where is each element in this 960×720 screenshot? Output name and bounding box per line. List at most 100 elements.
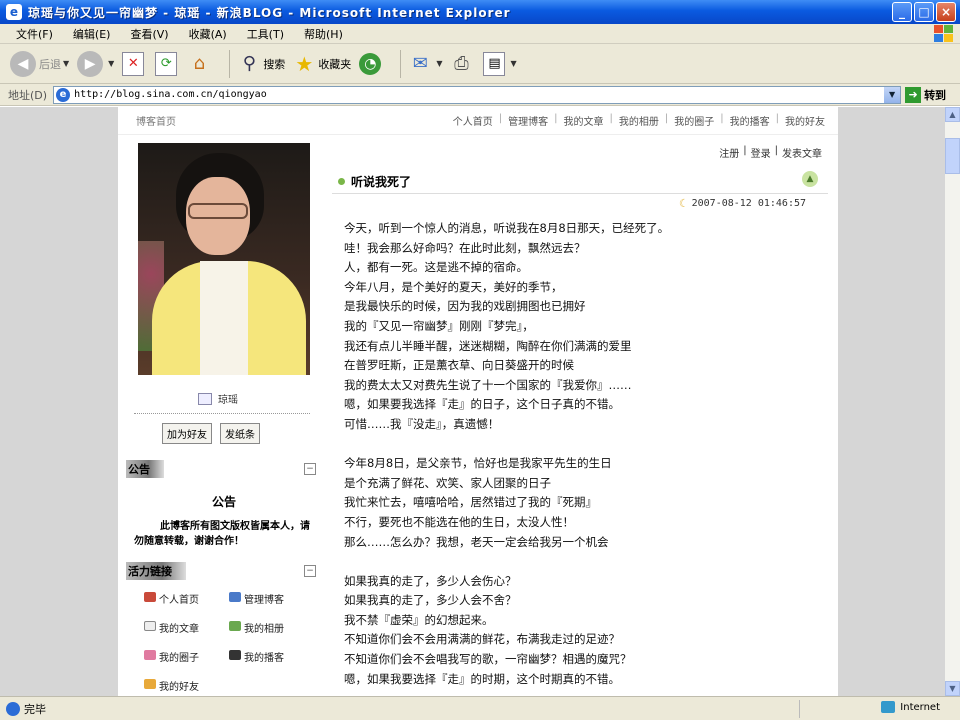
search-label: 搜索 bbox=[263, 57, 286, 71]
scroll-up-icon[interactable]: ▲ bbox=[945, 107, 960, 122]
back-dropdown-icon[interactable]: ▼ bbox=[63, 59, 69, 68]
quick-links: 个人首页 管理博客 我的文章 我的相册 我的圈子 我的播客 我的好友 bbox=[144, 591, 314, 696]
scroll-down-icon[interactable]: ▼ bbox=[945, 681, 960, 696]
favorites-label: 收藏夹 bbox=[318, 57, 352, 71]
register-link[interactable]: 注册 bbox=[719, 145, 739, 160]
back-label: 后退 bbox=[39, 57, 61, 71]
printer-icon: ⎙ bbox=[454, 53, 469, 74]
link-my-album[interactable]: 我的相册 bbox=[229, 620, 314, 649]
print-button[interactable]: ⎙ bbox=[450, 52, 475, 76]
toolbar: ◀ 后退 ▼ ▶ ▼ ✕ ⟳ ⌂ ⚲ 搜索 ★ 收藏夹 ◔ ✉ ▼ ⎙ ▤ ▼ bbox=[0, 44, 960, 84]
edit-dropdown-icon[interactable]: ▼ bbox=[510, 59, 516, 68]
close-button[interactable]: × bbox=[936, 2, 956, 22]
post-line: 如果我真的走了，多少人会不舍？ bbox=[344, 593, 517, 608]
profile-buttons: 加为好友 发纸条 bbox=[162, 423, 260, 444]
address-input[interactable]: e http://blog.sina.com.cn/qiongyao ▼ bbox=[53, 85, 902, 104]
post-line: 是个充满了鲜花、欢笑、家人团聚的日子 bbox=[344, 475, 551, 490]
forward-button[interactable]: ▶ ▼ bbox=[77, 50, 114, 77]
link-my-friends[interactable]: 我的好友 bbox=[144, 678, 229, 696]
scroll-thumb[interactable] bbox=[945, 138, 960, 174]
page-status-icon bbox=[6, 701, 20, 716]
link-manage-blog[interactable]: 管理博客 bbox=[229, 591, 314, 620]
go-label: 转到 bbox=[924, 88, 947, 102]
post-article-link[interactable]: 发表文章 bbox=[782, 145, 822, 160]
window-titlebar[interactable]: e 琼瑶与你又见一帘幽梦 - 琼瑶 - 新浪BLOG - Microsoft I… bbox=[0, 0, 960, 24]
post-line: 人，都有一死。这是逃不掉的宿命。 bbox=[344, 260, 528, 275]
back-button[interactable]: ◀ 后退 ▼ bbox=[10, 50, 69, 77]
post-line: 嗯，如果我要选择『走』的时期，这个时期真的不错。 bbox=[344, 671, 620, 686]
nav-my-articles[interactable]: 我的文章 bbox=[561, 113, 607, 128]
home-button[interactable]: ⌂ bbox=[188, 52, 213, 76]
blog-top-nav: 博客首页 个人首页 | 管理博客 | 我的文章 | 我的相册 | 我的圈子 | 我的播客 |… bbox=[118, 107, 838, 135]
links-section-header: 活力链接 − bbox=[126, 562, 316, 580]
post-title[interactable]: 听说我死了 bbox=[351, 173, 411, 190]
menu-edit[interactable]: 编辑(E) bbox=[63, 26, 121, 42]
nav-my-circle[interactable]: 我的圈子 bbox=[671, 113, 717, 128]
history-button[interactable]: ◔ bbox=[359, 52, 384, 75]
post-line: 如果我真的走了，多少人会伤心？ bbox=[344, 573, 517, 588]
menu-bar: 文件(F) 编辑(E) 查看(V) 收藏(A) 工具(T) 帮助(H) bbox=[0, 24, 960, 44]
page-viewport: 博客首页 个人首页 | 管理博客 | 我的文章 | 我的相册 | 我的圈子 | 我的播客 |… bbox=[0, 107, 945, 696]
nav-my-friends[interactable]: 我的好友 bbox=[782, 113, 828, 128]
collapse-icon[interactable]: − bbox=[304, 463, 316, 475]
edit-button[interactable]: ▤ ▼ bbox=[483, 51, 517, 76]
nav-personal-home[interactable]: 个人首页 bbox=[450, 113, 496, 128]
stop-icon: ✕ bbox=[122, 51, 145, 76]
toolbar-separator-2 bbox=[400, 49, 402, 78]
mail-dropdown-icon[interactable]: ▼ bbox=[436, 59, 442, 68]
login-link[interactable]: 登录 bbox=[751, 145, 771, 160]
send-note-button[interactable]: 发纸条 bbox=[220, 423, 260, 444]
film-icon bbox=[229, 650, 241, 660]
post-line: 我的费太太又对费先生说了十一个国家的『我爱你』…… bbox=[344, 377, 632, 392]
moon-icon: ☾ bbox=[678, 197, 686, 210]
post-line: 可惜……我『没走』，真遗憾！ bbox=[344, 416, 500, 431]
menu-favorites[interactable]: 收藏(A) bbox=[179, 26, 237, 42]
collapse-icon[interactable]: − bbox=[304, 565, 316, 577]
nav-manage-blog[interactable]: 管理博客 bbox=[505, 113, 551, 128]
people-icon bbox=[144, 650, 156, 660]
search-button[interactable]: ⚲ 搜索 bbox=[238, 52, 286, 76]
favorites-button[interactable]: ★ 收藏夹 bbox=[293, 52, 351, 76]
menu-tools[interactable]: 工具(T) bbox=[237, 26, 294, 42]
status-bar: 完毕 Internet bbox=[0, 696, 960, 720]
link-personal-home[interactable]: 个人首页 bbox=[144, 591, 229, 620]
link-my-circle[interactable]: 我的圈子 bbox=[144, 649, 229, 678]
stop-button[interactable]: ✕ bbox=[122, 51, 147, 76]
star-icon: ★ bbox=[295, 51, 314, 76]
post-line: 不知道你们会不会唱我写的歌，一帘幽梦？相遇的魔咒？ bbox=[344, 652, 632, 667]
minimize-button[interactable]: _ bbox=[892, 2, 912, 22]
scroll-top-icon[interactable]: ▲ bbox=[802, 171, 818, 187]
blog-home-link[interactable]: 博客首页 bbox=[136, 113, 176, 128]
nav-my-album[interactable]: 我的相册 bbox=[616, 113, 662, 128]
mail-button[interactable]: ✉ ▼ bbox=[409, 52, 443, 76]
vertical-scrollbar[interactable]: ▲ ▼ bbox=[945, 107, 960, 696]
page-icon: e bbox=[56, 87, 71, 102]
address-url[interactable]: http://blog.sina.com.cn/qiongyao bbox=[74, 89, 267, 100]
maximize-button[interactable]: □ bbox=[914, 2, 934, 22]
author-name[interactable]: 琼瑶 bbox=[218, 391, 238, 406]
menu-file[interactable]: 文件(F) bbox=[6, 26, 63, 42]
go-button[interactable]: ➜ 转到 bbox=[905, 86, 947, 103]
go-arrow-icon: ➜ bbox=[905, 86, 922, 103]
mail-icon: ✉ bbox=[412, 53, 428, 74]
post-line: 今天，听到一个惊人的消息，听说我在8月8日那天，已经死了。 bbox=[344, 221, 670, 235]
add-friend-button[interactable]: 加为好友 bbox=[162, 423, 212, 444]
bullet-icon bbox=[338, 178, 345, 185]
blog-nav-links: 个人首页 | 管理博客 | 我的文章 | 我的相册 | 我的圈子 | 我的播客 | 我的好友 bbox=[450, 113, 828, 128]
menu-help[interactable]: 帮助(H) bbox=[294, 26, 353, 42]
refresh-button[interactable]: ⟳ bbox=[155, 51, 180, 76]
link-my-podcast[interactable]: 我的播客 bbox=[229, 649, 314, 678]
forward-dropdown-icon[interactable]: ▼ bbox=[108, 59, 114, 68]
windows-logo-icon bbox=[934, 25, 954, 43]
post-line: 嗯，如果要我选择『走』的日子，这个日子真的不错。 bbox=[344, 397, 620, 412]
home-icon: ⌂ bbox=[193, 53, 206, 74]
menu-view[interactable]: 查看(V) bbox=[120, 26, 178, 42]
window-title: 琼瑶与你又见一帘幽梦 - 琼瑶 - 新浪BLOG - Microsoft Int… bbox=[28, 5, 511, 20]
notice-body: 此博客所有图文版权皆属本人，请勿随意转载，谢谢合作！ bbox=[134, 521, 310, 547]
address-dropdown-icon[interactable]: ▼ bbox=[884, 86, 901, 103]
edit-page-icon: ▤ bbox=[483, 51, 506, 76]
divider bbox=[134, 413, 310, 414]
post-line: 在普罗旺斯，正是薰衣草、向日葵盛开的时候 bbox=[344, 358, 574, 373]
nav-my-podcast[interactable]: 我的播客 bbox=[727, 113, 773, 128]
link-my-articles[interactable]: 我的文章 bbox=[144, 620, 229, 649]
